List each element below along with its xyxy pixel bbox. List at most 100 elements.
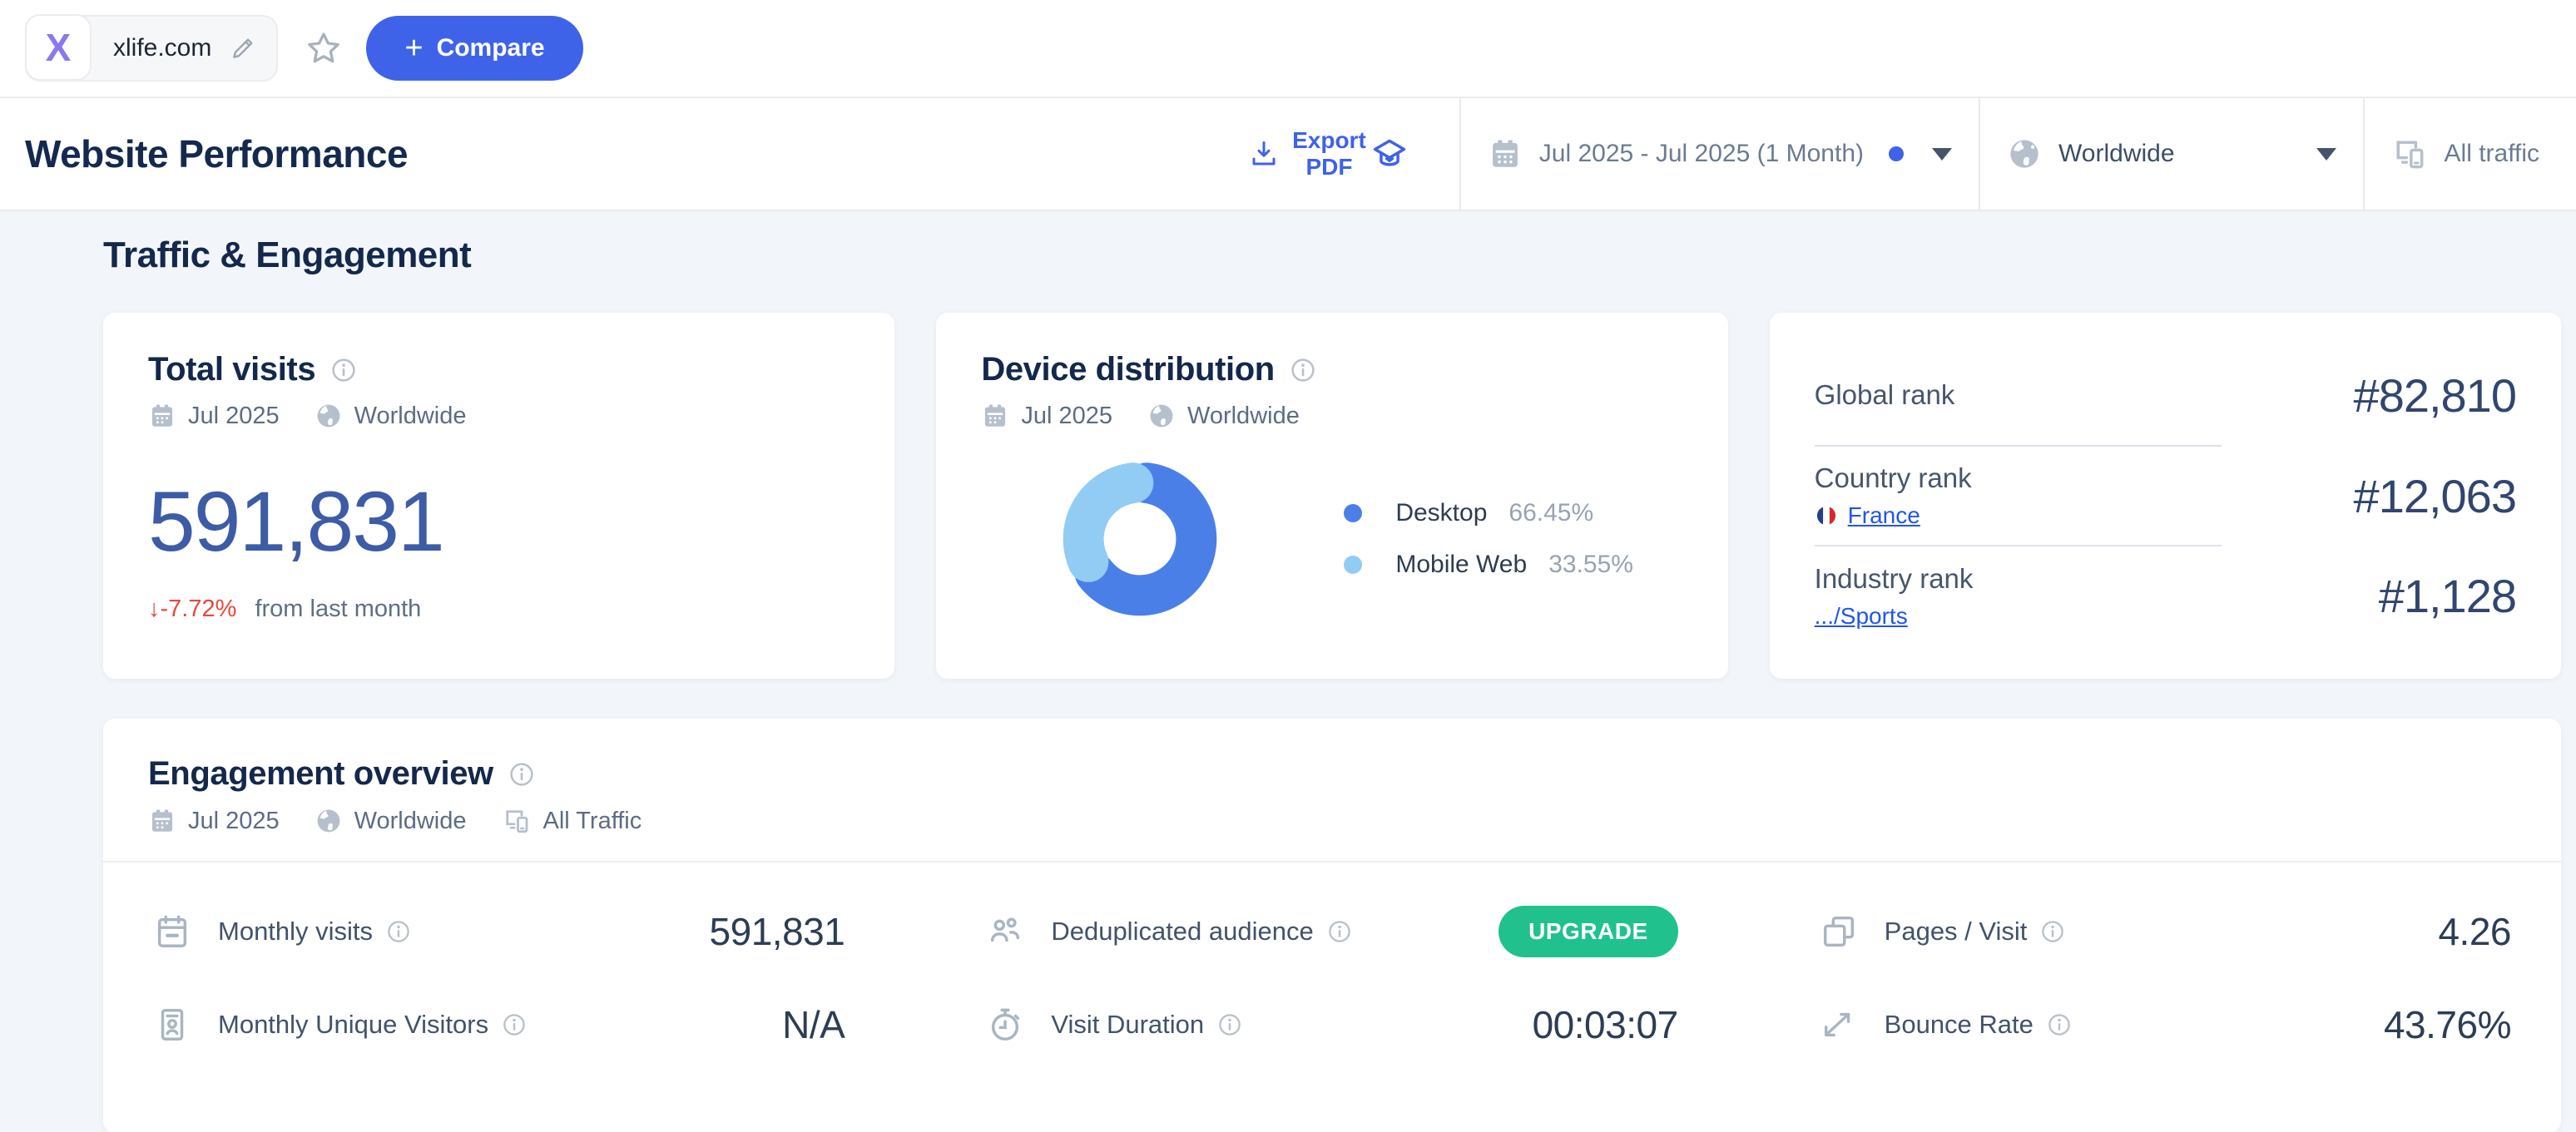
metric-label: Deduplicated audience bbox=[1051, 917, 1314, 946]
date-range-value: Jul 2025 - Jul 2025 (1 Month) bbox=[1538, 140, 1865, 167]
total-visits-change: ↓-7.72% bbox=[148, 596, 237, 622]
calendar-icon bbox=[981, 402, 1009, 430]
engagement-traffic: All Traffic bbox=[542, 807, 642, 834]
country-rank-value: #12,063 bbox=[2353, 469, 2517, 522]
upgrade-button[interactable]: UPGRADE bbox=[1499, 906, 1678, 957]
device-legend: Desktop 66.45% Mobile Web 33.55% bbox=[1344, 499, 1633, 579]
chevron-down-icon bbox=[2316, 147, 2336, 161]
info-icon[interactable] bbox=[502, 1012, 527, 1037]
page-title: Website Performance bbox=[25, 132, 409, 175]
academy-icon[interactable] bbox=[1366, 136, 1433, 172]
metric-value: N/A bbox=[782, 1003, 845, 1046]
legend-label: Desktop bbox=[1395, 499, 1488, 526]
metric-value: 591,831 bbox=[709, 910, 845, 953]
metric-value: 4.26 bbox=[2438, 910, 2511, 953]
device-distribution-geo: Worldwide bbox=[1186, 402, 1300, 429]
legend-item-desktop: Desktop 66.45% bbox=[1344, 499, 1633, 527]
total-visits-geo: Worldwide bbox=[354, 402, 467, 429]
total-visits-value: 591,831 bbox=[148, 474, 445, 569]
engagement-period: Jul 2025 bbox=[188, 807, 280, 834]
total-visits-card: Total visits Jul 2025 Worldwide 591,831 … bbox=[103, 313, 895, 679]
france-flag-icon bbox=[1815, 504, 1838, 527]
industry-rank-link[interactable]: .../Sports bbox=[1815, 603, 1908, 630]
metric-label: Monthly visits bbox=[218, 917, 374, 946]
info-icon[interactable] bbox=[330, 357, 357, 383]
traffic-filter[interactable]: All traffic bbox=[2362, 98, 2576, 210]
metric-label: Bounce Rate bbox=[1884, 1010, 2034, 1039]
export-pdf-button[interactable]: Export PDF bbox=[1249, 127, 1366, 180]
calendar-icon bbox=[148, 402, 176, 430]
header-controls: Export PDF Jul 2025 - Jul 2025 (1 Month)… bbox=[1222, 98, 2576, 210]
legend-label: Mobile Web bbox=[1395, 551, 1528, 578]
compare-button[interactable]: + Compare bbox=[366, 16, 583, 81]
info-icon[interactable] bbox=[1290, 357, 1316, 383]
info-icon[interactable] bbox=[508, 761, 535, 788]
download-icon bbox=[1249, 139, 1279, 169]
total-visits-change-suffix: from last month bbox=[255, 596, 422, 622]
domain-name: xlife.com bbox=[113, 34, 212, 62]
main-content: Traffic & Engagement Total visits Jul 20… bbox=[0, 211, 2576, 1132]
chevron-down-icon bbox=[1932, 147, 1953, 161]
total-visits-period: Jul 2025 bbox=[188, 402, 280, 429]
country-rank-link[interactable]: France bbox=[1848, 502, 1920, 529]
metric-monthly-visits: Monthly visits 591,831 bbox=[153, 906, 845, 957]
device-donut-chart bbox=[1063, 462, 1217, 616]
device-distribution-period: Jul 2025 bbox=[1021, 402, 1112, 429]
metric-label: Monthly Unique Visitors bbox=[218, 1010, 489, 1039]
export-pdf-label: Export PDF bbox=[1292, 126, 1366, 180]
id-card-icon bbox=[153, 1006, 191, 1044]
notification-dot bbox=[1889, 146, 1905, 161]
engagement-overview-card: Engagement overview Jul 2025 Worldwide A… bbox=[103, 719, 2561, 1132]
info-icon[interactable] bbox=[2040, 919, 2065, 944]
bounce-arrow-icon bbox=[1820, 1006, 1858, 1044]
site-logo-letter: X bbox=[45, 26, 72, 69]
globe-icon bbox=[315, 402, 343, 430]
info-icon[interactable] bbox=[386, 919, 411, 944]
globe-icon bbox=[1147, 402, 1176, 430]
country-filter[interactable]: Worldwide bbox=[1979, 98, 2363, 210]
legend-dot bbox=[1344, 556, 1363, 574]
top-bar: X xlife.com + Compare bbox=[0, 0, 2576, 98]
globe-icon bbox=[2007, 136, 2042, 171]
legend-value: 66.45% bbox=[1508, 499, 1594, 526]
plus-icon: + bbox=[404, 31, 424, 66]
global-rank-value: #82,810 bbox=[2353, 368, 2517, 422]
site-logo: X bbox=[25, 14, 92, 81]
engagement-overview-title: Engagement overview bbox=[148, 755, 493, 792]
devices-icon bbox=[502, 806, 532, 836]
section-title: Traffic & Engagement bbox=[103, 235, 472, 275]
edit-domain-icon[interactable] bbox=[230, 35, 256, 62]
country-filter-value: Worldwide bbox=[2058, 140, 2175, 167]
calendar-icon bbox=[148, 807, 176, 835]
engagement-metrics-grid: Monthly visits 591,831 Deduplicated audi… bbox=[103, 863, 2561, 1047]
engagement-geo: Worldwide bbox=[354, 807, 467, 834]
total-visits-title: Total visits bbox=[148, 351, 316, 388]
metric-label: Visit Duration bbox=[1051, 1010, 1205, 1039]
stopwatch-icon bbox=[986, 1006, 1024, 1044]
people-icon bbox=[986, 912, 1024, 951]
metric-bounce-rate: Bounce Rate 43.76% bbox=[1820, 1002, 2511, 1047]
domain-chip: X xlife.com bbox=[25, 14, 279, 82]
legend-dot bbox=[1344, 504, 1363, 522]
calendar-icon bbox=[153, 912, 191, 951]
info-icon[interactable] bbox=[1217, 1012, 1242, 1037]
info-icon[interactable] bbox=[2047, 1012, 2072, 1037]
metric-pages-per-visit: Pages / Visit 4.26 bbox=[1820, 906, 2511, 957]
devices-icon bbox=[2391, 136, 2428, 172]
info-icon[interactable] bbox=[1327, 919, 1352, 944]
industry-rank-row: Industry rank .../Sports #1,128 bbox=[1814, 546, 2517, 645]
globe-icon bbox=[315, 807, 343, 835]
date-range-picker[interactable]: Jul 2025 - Jul 2025 (1 Month) bbox=[1459, 98, 1979, 210]
industry-rank-value: #1,128 bbox=[2378, 570, 2517, 623]
compare-button-label: Compare bbox=[436, 34, 545, 62]
metric-deduplicated-audience: Deduplicated audience UPGRADE bbox=[986, 906, 1678, 957]
industry-rank-label: Industry rank bbox=[1814, 562, 1974, 594]
rank-card: Global rank #82,810 Country rank France … bbox=[1769, 313, 2561, 679]
metric-value: 00:03:07 bbox=[1532, 1003, 1679, 1046]
global-rank-row: Global rank #82,810 bbox=[1815, 346, 2517, 445]
legend-item-mobile-web: Mobile Web 33.55% bbox=[1344, 551, 1633, 579]
metric-monthly-unique-visitors: Monthly Unique Visitors N/A bbox=[153, 1002, 845, 1047]
pages-icon bbox=[1820, 912, 1858, 951]
device-distribution-card: Device distribution Jul 2025 Worldwide D… bbox=[936, 313, 1728, 679]
favorite-star-icon[interactable] bbox=[305, 29, 343, 67]
